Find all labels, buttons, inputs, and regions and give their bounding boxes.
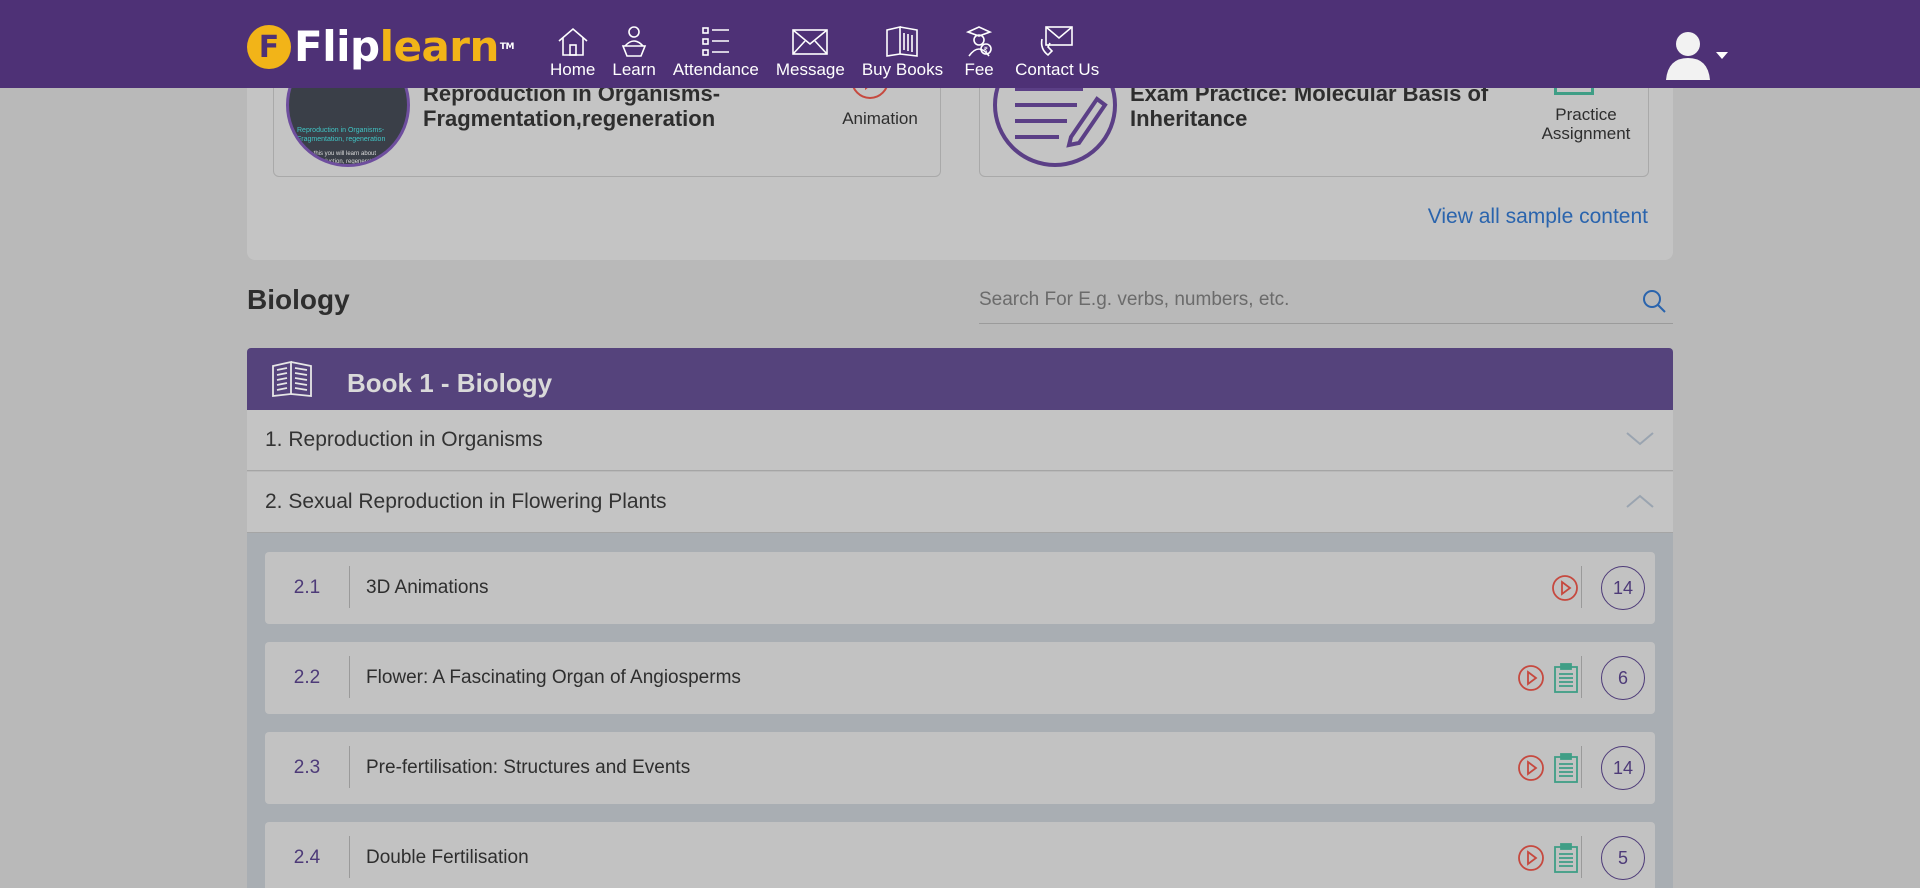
card-type-label: Animation [842,109,918,128]
card-type-label: Practice Assignment [1541,105,1631,143]
divider [1581,656,1582,698]
svg-text:₹: ₹ [984,46,989,54]
topic-row[interactable]: 2.2 Flower: A Fascinating Organ of Angio… [265,642,1655,714]
topic-content-icons [1543,570,1579,606]
assignment-icon[interactable] [1553,843,1579,873]
home-icon [558,27,588,56]
chapter-label: 2. Sexual Reproduction in Flowering Plan… [265,490,667,513]
book-header[interactable]: Book 1 - Biology [247,348,1673,410]
main-nav: Home Learn Attendance Message Buy Books … [550,24,1116,80]
contact-icon [1040,26,1073,57]
attendance-icon [702,27,729,56]
search-bar [979,280,1673,324]
play-icon[interactable] [1517,664,1545,692]
learn-icon [621,26,647,57]
divider [1581,836,1582,878]
topic-number: 2.2 [293,667,321,688]
fee-icon: ₹ [965,26,993,57]
user-menu[interactable] [1664,28,1728,80]
assignment-icon[interactable] [1553,663,1579,693]
chevron-up-icon [1626,494,1654,508]
content-count-badge: 6 [1601,656,1645,700]
search-icon[interactable] [1641,288,1667,314]
subject-title: Biology [247,284,350,315]
divider [349,566,350,608]
divider [349,746,350,788]
logo-wordmark: FliplearnTM [294,22,515,71]
logo-badge: F [247,25,291,69]
content-count-badge: 14 [1601,746,1645,790]
content-count-badge: 14 [1601,566,1645,610]
topic-content-icons [1509,750,1579,786]
avatar-icon [1666,32,1710,80]
message-icon [792,29,829,55]
topic-number: 2.4 [293,847,321,868]
nav-learn[interactable]: Learn [612,24,656,80]
nav-contact-us[interactable]: Contact Us [1015,24,1099,80]
search-input[interactable] [979,280,1599,320]
topic-number: 2.3 [293,757,321,778]
card-title: Reproduction in Organisms-Fragmentation,… [423,81,721,131]
view-all-sample-link[interactable]: View all sample content [1428,205,1648,229]
topic-content-icons [1509,660,1579,696]
topic-list: 2.1 3D Animations 14 2.2 Flower: A Fasci… [247,533,1673,888]
play-icon[interactable] [1517,754,1545,782]
topic-content-icons [1509,840,1579,876]
topic-title: Pre-fertilisation: Structures and Events [366,757,691,778]
book-icon [272,360,312,398]
nav-home[interactable]: Home [550,24,595,80]
nav-fee[interactable]: ₹ Fee [960,24,998,80]
divider [349,836,350,878]
top-navbar: F FliplearnTM Home Learn Attendance Mess… [0,0,1920,88]
topic-title: Flower: A Fascinating Organ of Angiosper… [366,667,741,688]
chapter-row[interactable]: 2. Sexual Reproduction in Flowering Plan… [247,472,1673,533]
nav-attendance[interactable]: Attendance [673,24,759,80]
chapter-row[interactable]: 1. Reproduction in Organisms [247,410,1673,471]
topic-title: 3D Animations [366,577,489,598]
topic-title: Double Fertilisation [366,847,529,868]
play-icon[interactable] [1551,574,1579,602]
topic-number: 2.1 [293,577,321,598]
topic-row[interactable]: 2.1 3D Animations 14 [265,552,1655,624]
chevron-down-icon [1716,51,1728,59]
chapter-label: 1. Reproduction in Organisms [265,428,543,451]
content-count-badge: 5 [1601,836,1645,880]
divider [1581,746,1582,788]
topic-row[interactable]: 2.4 Double Fertilisation 5 [265,822,1655,888]
divider [1581,566,1582,608]
chevron-down-icon [1626,432,1654,446]
nav-message[interactable]: Message [776,24,845,80]
fliplearn-logo[interactable]: F FliplearnTM [247,22,515,71]
nav-buy-books[interactable]: Buy Books [862,24,943,80]
book-title: Book 1 - Biology [347,368,553,398]
play-icon[interactable] [1517,844,1545,872]
card-title: Exam Practice: Molecular Basis of Inheri… [1130,81,1489,131]
books-icon [886,25,919,57]
topic-row[interactable]: 2.3 Pre-fertilisation: Structures and Ev… [265,732,1655,804]
assignment-icon[interactable] [1553,753,1579,783]
divider [349,656,350,698]
